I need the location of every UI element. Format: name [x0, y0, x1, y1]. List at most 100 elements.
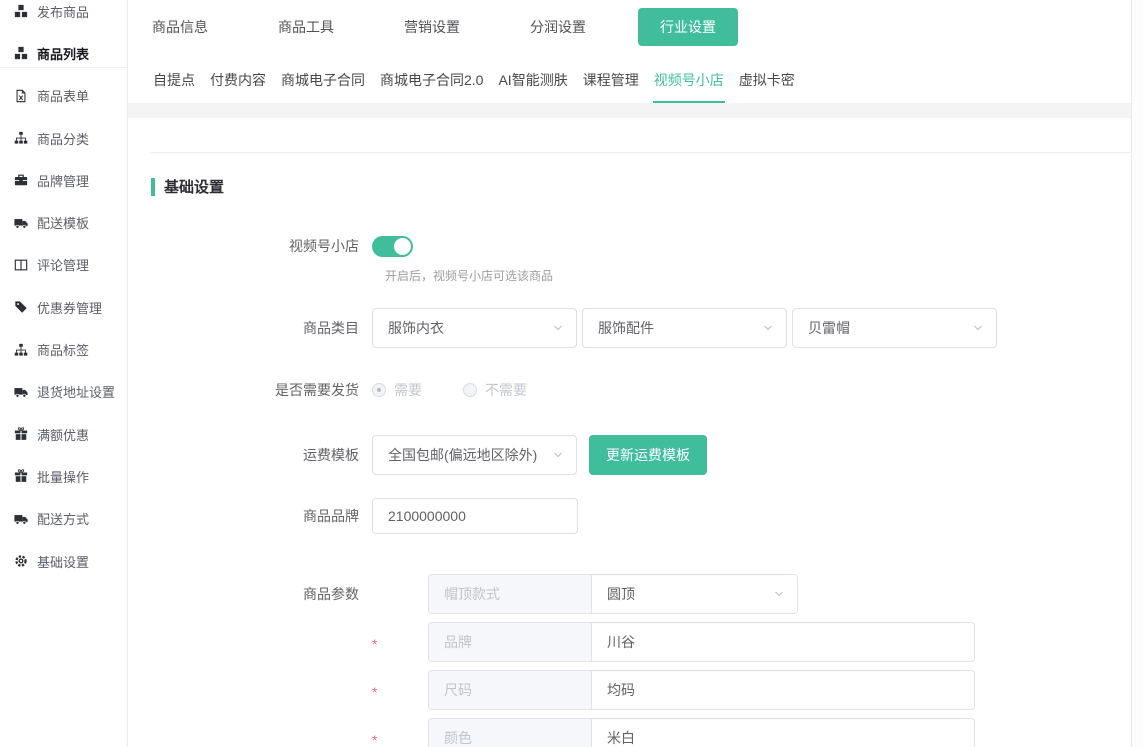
- subtab-自提点[interactable]: 自提点: [152, 66, 196, 103]
- truck-icon: [13, 384, 28, 399]
- section-accent-bar: [151, 178, 155, 196]
- store-toggle-switch[interactable]: [372, 236, 413, 257]
- update-freight-button[interactable]: 更新运费模板: [589, 435, 707, 475]
- toggle-knob: [394, 238, 411, 255]
- file-icon: [13, 88, 28, 103]
- gift-icon: [13, 427, 28, 442]
- tab-分润设置[interactable]: 分润设置: [530, 17, 586, 37]
- sidebar-item-商品分类[interactable]: 商品分类: [0, 117, 127, 159]
- subtab-商城电子合同[interactable]: 商城电子合同: [280, 66, 366, 103]
- brand-label: 商品品牌: [128, 506, 372, 526]
- sidebar-item-label: 商品分类: [37, 129, 89, 148]
- params-label: 商品参数: [128, 584, 372, 604]
- param-name-cell: 尺码: [429, 671, 592, 709]
- radio-label: 不需要: [485, 380, 527, 400]
- subtab-课程管理[interactable]: 课程管理: [582, 66, 640, 103]
- param-value-text: 米白: [607, 728, 962, 747]
- param-group-尺码: 尺码均码: [428, 670, 975, 710]
- param-value-input[interactable]: 川谷: [592, 623, 974, 661]
- sidebar-item-label: 商品表单: [37, 86, 89, 105]
- chevron-down-icon: [972, 322, 984, 334]
- store-toggle-label: 视频号小店: [128, 236, 372, 256]
- freight-label: 运费模板: [128, 445, 372, 465]
- chevron-down-icon: [552, 322, 564, 334]
- subtab-虚拟卡密[interactable]: 虚拟卡密: [738, 66, 796, 103]
- cubes-icon: [13, 46, 28, 61]
- sidebar-item-label: 配送模板: [37, 213, 89, 232]
- sidebar-item-满额优惠[interactable]: 满额优惠: [0, 413, 127, 455]
- tab-商品信息[interactable]: 商品信息: [152, 17, 208, 37]
- sitemap-icon: [13, 131, 28, 146]
- param-value-text: 均码: [607, 680, 962, 700]
- columns-icon: [13, 257, 28, 272]
- tab-商品工具[interactable]: 商品工具: [278, 17, 334, 37]
- sidebar-item-商品列表[interactable]: 商品列表: [0, 32, 127, 74]
- sidebar-item-基础设置[interactable]: 基础设置: [0, 540, 127, 582]
- sidebar-menu: 发布商品商品列表商品表单商品分类品牌管理配送模板评论管理优惠券管理商品标签退货地…: [0, 0, 127, 582]
- scrollbar[interactable]: [1131, 0, 1143, 747]
- param-name-cell: 帽顶款式: [429, 575, 592, 613]
- brand-input[interactable]: [372, 498, 578, 534]
- sidebar-item-label: 商品列表: [37, 44, 89, 63]
- sidebar-item-发布商品[interactable]: 发布商品: [0, 0, 127, 32]
- param-name-cell: 品牌: [429, 623, 592, 661]
- tab-行业设置[interactable]: 行业设置: [638, 8, 738, 46]
- sidebar-item-label: 品牌管理: [37, 171, 89, 190]
- shipping-label: 是否需要发货: [128, 380, 372, 400]
- param-value-select[interactable]: 圆顶: [592, 575, 797, 613]
- param-value-text: 圆顶: [607, 584, 773, 604]
- category-selects: 服饰内衣服饰配件贝雷帽: [372, 308, 997, 348]
- chevron-down-icon: [552, 449, 564, 461]
- cubes-icon: [13, 4, 28, 19]
- sidebar-item-配送方式[interactable]: 配送方式: [0, 498, 127, 540]
- tab-营销设置[interactable]: 营销设置: [404, 17, 460, 37]
- sidebar-item-商品表单[interactable]: 商品表单: [0, 75, 127, 117]
- section-title: 基础设置: [164, 176, 224, 197]
- subtab-商城电子合同2.0[interactable]: 商城电子合同2.0: [379, 66, 484, 103]
- param-group-颜色: 颜色米白: [428, 718, 975, 747]
- store-toggle-row: 视频号小店: [128, 226, 1111, 266]
- sidebar-item-配送模板[interactable]: 配送模板: [0, 201, 127, 243]
- shipping-row: 是否需要发货 需要 不需要: [128, 370, 1111, 410]
- store-toggle-hint: 开启后，视频号小店可选该商品: [385, 267, 553, 284]
- radio-label: 需要: [394, 380, 422, 400]
- tabs-card: 商品信息 商品工具 营销设置 分润设置 行业设置 自提点付费内容商城电子合同商城电子合同…: [128, 0, 1131, 103]
- category-select-2[interactable]: 服饰配件: [582, 308, 787, 348]
- param-row-尺码: *尺码均码: [128, 670, 1111, 710]
- subtab-AI智能测肤[interactable]: AI智能测肤: [497, 66, 568, 103]
- param-name-cell: 颜色: [429, 719, 592, 747]
- freight-template-select[interactable]: 全国包邮(偏远地区除外): [372, 435, 577, 475]
- sidebar-item-优惠券管理[interactable]: 优惠券管理: [0, 286, 127, 328]
- sidebar-item-label: 满额优惠: [37, 425, 89, 444]
- required-asterisk: *: [372, 728, 428, 747]
- param-row-颜色: *颜色米白: [128, 718, 1111, 747]
- category-select-1[interactable]: 服饰内衣: [372, 308, 577, 348]
- required-asterisk: *: [372, 632, 428, 652]
- sidebar-item-商品标签[interactable]: 商品标签: [0, 328, 127, 370]
- subtab-付费内容[interactable]: 付费内容: [209, 66, 267, 103]
- sidebar-item-品牌管理[interactable]: 品牌管理: [0, 159, 127, 201]
- sidebar-divider: [0, 67, 128, 68]
- subtab-视频号小店[interactable]: 视频号小店: [653, 66, 725, 103]
- param-value-input[interactable]: 米白: [592, 719, 974, 747]
- sidebar-item-label: 退货地址设置: [37, 382, 115, 401]
- radio-不需要[interactable]: 不需要: [463, 380, 527, 400]
- sidebar-item-label: 评论管理: [37, 255, 89, 274]
- sidebar-item-退货地址设置[interactable]: 退货地址设置: [0, 371, 127, 413]
- param-row-帽顶款式: 商品参数 帽顶款式圆顶: [128, 574, 1111, 614]
- sidebar-item-label: 商品标签: [37, 340, 89, 359]
- secondary-tabs: 自提点付费内容商城电子合同商城电子合同2.0 AI智能测肤课程管理视频号小店虚拟卡…: [152, 66, 809, 103]
- param-value-input[interactable]: 均码: [592, 671, 974, 709]
- sidebar-item-label: 批量操作: [37, 467, 89, 486]
- param-row-品牌: *品牌川谷: [128, 622, 1111, 662]
- section-header: 基础设置: [151, 176, 224, 197]
- category-select-3[interactable]: 贝雷帽: [792, 308, 997, 348]
- sitemap-icon: [13, 342, 28, 357]
- sidebar-item-评论管理[interactable]: 评论管理: [0, 244, 127, 286]
- truck-icon: [13, 215, 28, 230]
- sidebar-item-批量操作[interactable]: 批量操作: [0, 455, 127, 497]
- panel-divider: [151, 152, 1131, 153]
- radio-需要[interactable]: 需要: [372, 380, 422, 400]
- sidebar-item-label: 配送方式: [37, 509, 89, 528]
- required-spacer: [372, 592, 428, 596]
